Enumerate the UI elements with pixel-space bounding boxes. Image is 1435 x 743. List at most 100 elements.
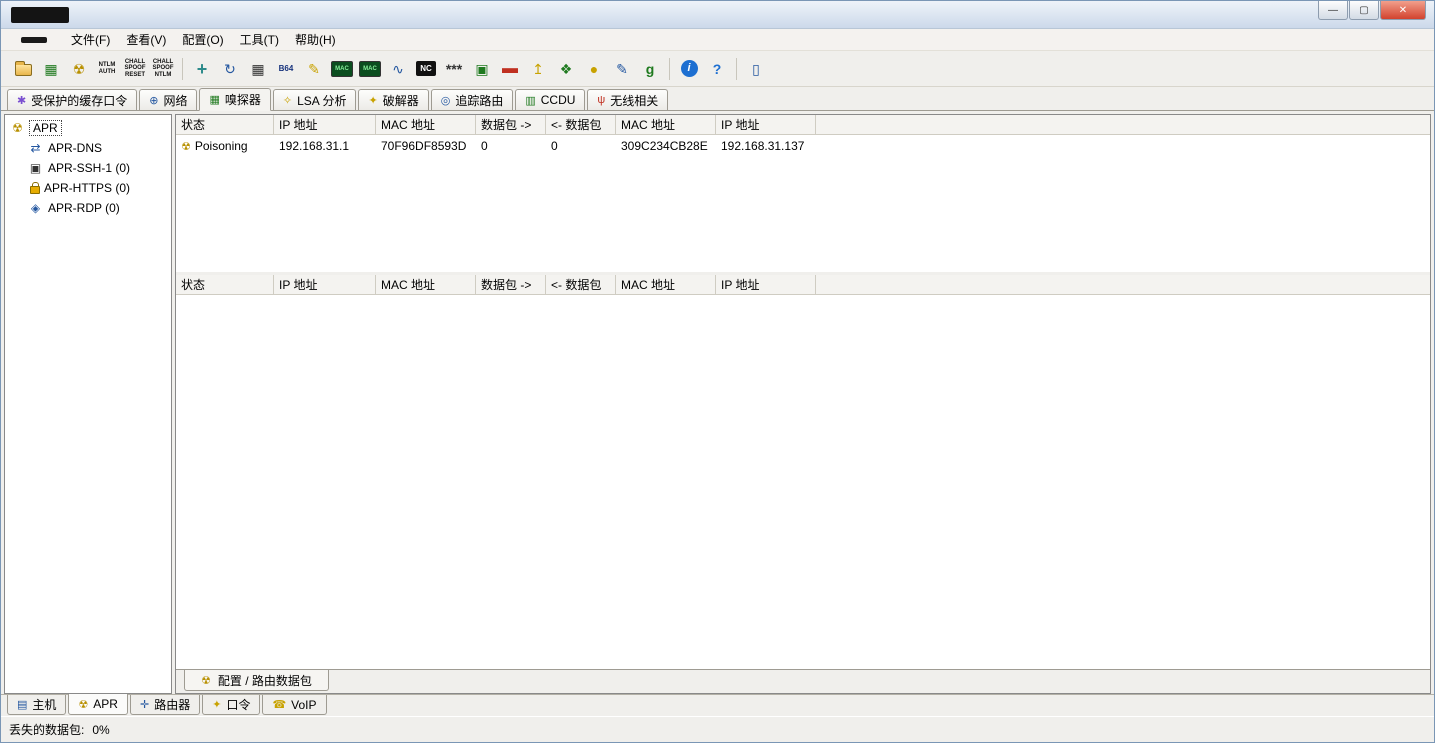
sniffer-icon: ▦ [209, 94, 220, 106]
column-header-filler [816, 275, 1430, 294]
mac-scanner-icon[interactable]: MAC [329, 56, 355, 82]
menu-file[interactable]: 文件(F) [63, 29, 118, 50]
column-header-mac-left[interactable]: MAC 地址 [376, 275, 476, 294]
column-header-ip-left[interactable]: IP 地址 [274, 275, 376, 294]
toolbar-separator [736, 57, 737, 80]
router-arrows-icon: ✛ [139, 699, 150, 711]
menu-view[interactable]: 查看(V) [118, 29, 174, 50]
mac-monitor-icon[interactable]: MAC [357, 56, 383, 82]
help-icon[interactable]: ? [704, 56, 730, 82]
sphere-icon[interactable]: ● [581, 56, 607, 82]
netcat-icon[interactable]: NC [413, 56, 439, 82]
column-header-filler [816, 115, 1430, 134]
column-header-status[interactable]: 状态 [176, 275, 274, 294]
menu-help[interactable]: 帮助(H) [287, 29, 344, 50]
cell-ip-left: 192.168.31.1 [279, 139, 350, 153]
apr-routed-list: 状态 IP 地址 MAC 地址 数据包 -> <- 数据包 MAC 地址 IP … [176, 275, 1430, 669]
exit-icon[interactable]: ▯ [743, 56, 769, 82]
tab-passwords[interactable]: ✦ 口令 [202, 695, 261, 715]
tab-label: 无线相关 [610, 93, 659, 108]
password-list-icon[interactable]: *** [441, 56, 467, 82]
content-area: ☢ APR ⇄ APR-DNS ▣ APR-SSH-1 (0) APR-HTTP… [1, 111, 1434, 694]
add-to-list-icon[interactable]: + [189, 56, 215, 82]
tab-protected-passwords[interactable]: ✱ 受保护的缓存口令 [7, 89, 138, 110]
column-header-status[interactable]: 状态 [176, 115, 274, 134]
column-header-packets-to[interactable]: 数据包 -> [476, 275, 546, 294]
column-header-packets-from[interactable]: <- 数据包 [546, 275, 616, 294]
radioactive-icon: ☢ [12, 121, 23, 135]
tab-label: APR [93, 697, 118, 711]
tree-item-apr-https[interactable]: APR-HTTPS (0) [5, 178, 171, 198]
top-tabstrip: ✱ 受保护的缓存口令 ⊕ 网络 ▦ 嗅探器 ✧ LSA 分析 ✦ 破解器 ◎ 追… [1, 87, 1434, 111]
messenger-icon[interactable]: g [637, 56, 663, 82]
chall-spoof-ntlm-icon[interactable]: CHALL SPOOF NTLM [150, 56, 176, 82]
base64-icon[interactable]: B64 [273, 56, 299, 82]
tab-traceroute[interactable]: ◎ 追踪路由 [430, 89, 514, 110]
column-header-mac-right[interactable]: MAC 地址 [616, 115, 716, 134]
edit-page-icon[interactable]: ✎ [609, 56, 635, 82]
mac-screen2-icon: MAC [359, 60, 381, 77]
column-header-packets-to[interactable]: 数据包 -> [476, 115, 546, 134]
tab-wireless[interactable]: ψ 无线相关 [587, 89, 669, 110]
wiretap-icon[interactable]: ∿ [385, 56, 411, 82]
tab-sniffer[interactable]: ▦ 嗅探器 [199, 88, 271, 111]
tab-hosts[interactable]: ▤ 主机 [7, 695, 67, 715]
tree-item-apr-rdp[interactable]: ◈ APR-RDP (0) [5, 198, 171, 218]
tab-lsa-secrets[interactable]: ✧ LSA 分析 [272, 89, 357, 110]
start-stop-apr-icon[interactable]: ☢ [66, 56, 92, 82]
rdp-screen-icon[interactable]: ▬ [497, 56, 523, 82]
traceroute-icon: ◎ [440, 94, 451, 107]
tree-item-apr-ssh1[interactable]: ▣ APR-SSH-1 (0) [5, 158, 171, 178]
open-file-icon[interactable] [10, 56, 36, 82]
maximize-button[interactable]: ▢ [1349, 1, 1379, 20]
lost-packets-value: 0% [92, 722, 110, 737]
dns-icon: ⇄ [30, 141, 41, 155]
tab-label: 口令 [226, 698, 251, 712]
network-adapter-icon[interactable]: ▦ [38, 56, 64, 82]
tab-label: 路由器 [154, 698, 191, 712]
apr-status-list: 状态 IP 地址 MAC 地址 数据包 -> <- 数据包 MAC 地址 IP … [176, 115, 1430, 275]
tab-voip[interactable]: ☎ VoIP [262, 695, 327, 715]
tab-routers[interactable]: ✛ 路由器 [129, 695, 201, 715]
rdp-icon: ◈ [30, 201, 41, 215]
tree-item-apr[interactable]: ☢ APR [5, 118, 171, 138]
menu-configure[interactable]: 配置(O) [174, 29, 231, 50]
menubar: 文件(F) 查看(V) 配置(O) 工具(T) 帮助(H) [1, 29, 1434, 51]
upload-icon[interactable]: ↥ [525, 56, 551, 82]
column-header-mac-right[interactable]: MAC 地址 [616, 275, 716, 294]
minimize-button[interactable]: — [1318, 1, 1348, 20]
nc-badge-icon: NC [416, 61, 436, 76]
column-header-ip-right[interactable]: IP 地址 [716, 115, 816, 134]
cell-mac-right: 309C234CB28E [621, 139, 708, 153]
statusbar: 丢失的数据包: 0% [1, 716, 1434, 742]
table-row[interactable]: ☢ Poisoning 192.168.31.1 70F96DF8593D 0 … [176, 135, 1430, 157]
titlebar[interactable]: — ▢ ✕ [1, 1, 1434, 29]
column-header-packets-from[interactable]: <- 数据包 [546, 115, 616, 134]
info-icon[interactable]: i [676, 56, 702, 82]
chall-spoof-reset-icon[interactable]: CHALL SPOOF RESET [122, 56, 148, 82]
tab-label: 主机 [32, 698, 57, 712]
menu-tools[interactable]: 工具(T) [232, 29, 287, 50]
column-header-ip-left[interactable]: IP 地址 [274, 115, 376, 134]
column-header-ip-right[interactable]: IP 地址 [716, 275, 816, 294]
column-header-mac-left[interactable]: MAC 地址 [376, 115, 476, 134]
remote-console-icon[interactable]: ▣ [469, 56, 495, 82]
decoder-icon: ✱ [17, 94, 27, 107]
ntlm-auth-icon[interactable]: NTLM AUTH [94, 56, 120, 82]
tab-cracker[interactable]: ✦ 破解器 [358, 89, 429, 110]
notes-icon[interactable]: ✎ [301, 56, 327, 82]
restore-icon[interactable]: ↻ [217, 56, 243, 82]
tab-label: 破解器 [382, 93, 419, 108]
window-controls: — ▢ ✕ [1317, 1, 1426, 20]
tab-apr[interactable]: ☢ APR [68, 694, 128, 715]
status-text: Poisoning [194, 139, 248, 153]
tree-item-apr-dns[interactable]: ⇄ APR-DNS [5, 138, 171, 158]
close-button[interactable]: ✕ [1380, 1, 1426, 20]
cell-packets-from: 0 [551, 139, 558, 153]
tab-network[interactable]: ⊕ 网络 [139, 89, 198, 110]
tab-label: VoIP [291, 697, 317, 712]
checkerboard-icon[interactable]: ▦ [245, 56, 271, 82]
tab-config-routed-packets[interactable]: ☢ 配置 / 路由数据包 [184, 670, 329, 691]
certificates-icon[interactable]: ❖ [553, 56, 579, 82]
tab-ccdu[interactable]: ▥ CCDU [515, 89, 586, 110]
